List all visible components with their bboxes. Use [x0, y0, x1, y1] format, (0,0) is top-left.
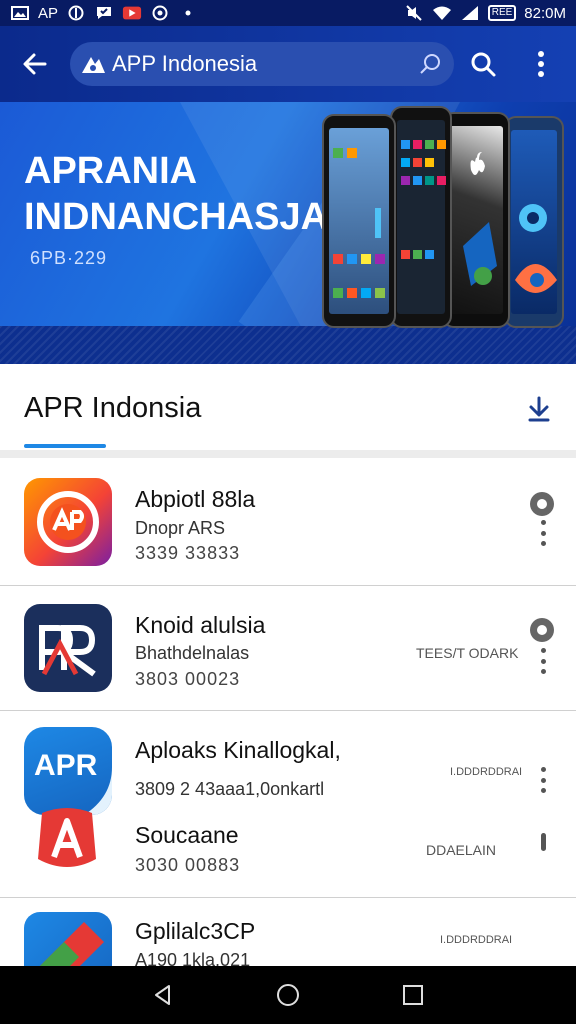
app-meta: 3339 33833	[135, 543, 241, 563]
app-meta: 3030 00883	[135, 855, 241, 875]
promo-banner[interactable]: APRANIA INDNANCHASJA 6PB·229	[0, 102, 576, 364]
status-badge-icon	[530, 492, 554, 516]
list-item[interactable]: Gplilalc3CP A190 1kla,021 I.DDDRDDRAI	[0, 897, 576, 966]
list-item[interactable]: Abpiotl 88la Dnopr ARS 3339 33833	[0, 458, 576, 585]
search-button[interactable]	[454, 26, 512, 102]
banner-subtitle: 6PB·229	[30, 248, 108, 268]
vpn-icon	[66, 4, 86, 22]
banner-stripe	[0, 326, 576, 364]
more-vert-icon[interactable]	[540, 520, 546, 546]
status-app-label: AP	[38, 4, 59, 22]
app-icon	[24, 912, 112, 966]
app-tag: TEES/T ODARK	[416, 645, 519, 661]
app-developer: Dnopr ARS	[135, 518, 226, 538]
circle-home-icon	[276, 984, 299, 1006]
section-header: APR Indonsia	[0, 364, 576, 450]
more-vert-icon	[538, 51, 544, 77]
more-vert-icon[interactable]	[540, 648, 546, 674]
phone-illustration	[504, 116, 564, 328]
status-bar: AP REE 82:0M	[0, 0, 576, 26]
search-field[interactable]: APP Indonesia	[70, 42, 454, 86]
system-nav-bar	[0, 966, 576, 1024]
app-logo-icon	[82, 57, 105, 73]
app-icon	[24, 604, 112, 692]
app-list: Abpiotl 88la Dnopr ARS 3339 33833 Knoid …	[0, 458, 576, 966]
tab-indicator	[24, 444, 106, 448]
banner-title-line1: APRANIA	[24, 150, 198, 192]
status-time: 82:0M	[524, 4, 566, 22]
phone-illustration	[390, 106, 452, 328]
app-bar: APP Indonesia	[0, 26, 576, 102]
app-icon	[34, 805, 100, 873]
app-name: Abpiotl 88la	[135, 486, 256, 512]
list-item[interactable]: APR Aploaks Kinallogkal, 3809 2 43aaa1,0…	[0, 710, 576, 897]
nav-recents-button[interactable]	[393, 975, 433, 1015]
mute-icon	[404, 4, 424, 22]
voice-search-icon[interactable]	[418, 51, 444, 77]
sync-icon	[150, 4, 170, 22]
more-vert-icon[interactable]	[540, 767, 546, 793]
svg-text:APR: APR	[34, 749, 98, 782]
banner-title-line2: INDNANCHASJA	[24, 196, 329, 238]
app-tag: DDAELAIN	[426, 842, 497, 858]
app-name: Aploaks Kinallogkal,	[135, 737, 341, 763]
back-button[interactable]	[0, 26, 70, 102]
app-tag: I.DDDRDDRAI	[450, 766, 523, 778]
phone-illustration	[322, 114, 396, 328]
list-item[interactable]: Knoid alulsia Bhathdelnalas 3803 00023 T…	[0, 585, 576, 710]
media-icon	[122, 4, 142, 22]
phone-illustration	[442, 112, 510, 328]
app-tag: I.DDDRDDRAI	[440, 934, 513, 946]
banner-title: APRANIA INDNANCHASJA	[24, 148, 328, 240]
app-meta: 3803 00023	[135, 669, 241, 689]
wifi-icon	[432, 4, 452, 22]
status-badge-icon	[530, 618, 554, 642]
triangle-back-icon	[154, 985, 170, 1005]
app-name: Knoid alulsia	[135, 612, 266, 638]
download-icon[interactable]	[524, 394, 554, 424]
app-name: Gplilalc3CP	[135, 918, 256, 944]
search-text: APP Indonesia	[112, 51, 258, 76]
overflow-menu-button[interactable]	[512, 26, 570, 102]
nav-back-button[interactable]	[143, 975, 183, 1015]
square-recents-icon	[403, 985, 424, 1005]
app-name: Soucaane	[135, 822, 239, 848]
battery-badge: REE	[487, 5, 517, 21]
nav-home-button[interactable]	[268, 975, 308, 1015]
signal-icon	[460, 4, 480, 22]
gallery-icon	[10, 4, 30, 22]
chat-icon	[94, 4, 114, 22]
app-icon: APR	[24, 727, 112, 815]
app-icon	[24, 478, 112, 566]
app-developer: A190 1kla,021	[135, 950, 251, 966]
dot-icon	[178, 4, 198, 22]
app-developer: Bhathdelnalas	[135, 643, 250, 663]
more-vert-icon[interactable]	[540, 833, 546, 855]
section-title[interactable]: APR Indonsia	[24, 392, 201, 425]
app-developer: 3809 2 43aaa1,0onkartl	[135, 779, 325, 799]
arrow-left-icon	[23, 53, 47, 75]
search-icon	[471, 52, 496, 77]
